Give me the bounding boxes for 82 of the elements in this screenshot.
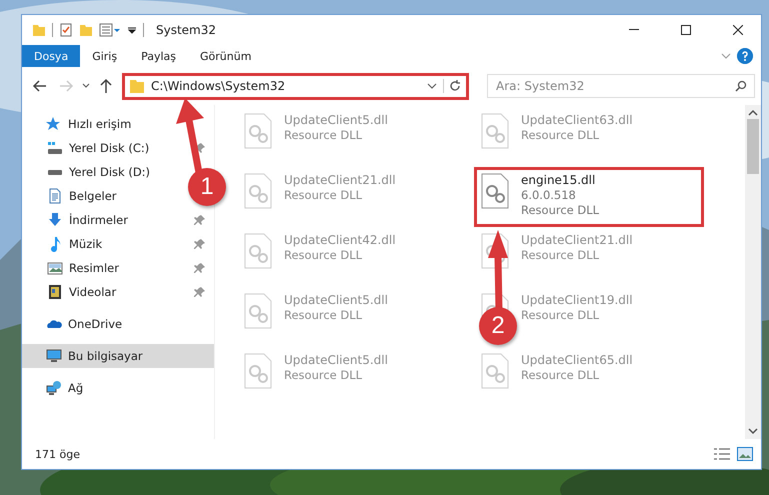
ribbon-tab[interactable]: Paylaş bbox=[129, 45, 188, 67]
file-name: engine15.dll bbox=[521, 173, 596, 187]
properties-icon[interactable] bbox=[59, 23, 73, 37]
pin-icon[interactable] bbox=[194, 262, 206, 274]
sidebar-item[interactable]: Videolar bbox=[22, 280, 214, 304]
scroll-up-icon[interactable] bbox=[748, 109, 758, 117]
nav-icon bbox=[47, 260, 63, 276]
sidebar-item[interactable]: Yerel Disk (C:) bbox=[22, 136, 214, 160]
file-detail: Resource DLL bbox=[521, 128, 600, 142]
file-gear-icon bbox=[243, 113, 273, 149]
ribbon-tab[interactable]: Dosya bbox=[22, 45, 80, 67]
customize-caret-icon[interactable] bbox=[127, 25, 137, 35]
dropdown-caret-icon[interactable] bbox=[427, 83, 437, 89]
ribbon-tab[interactable]: Giriş bbox=[80, 45, 130, 67]
file-detail: Resource DLL bbox=[284, 368, 364, 382]
window-title: System32 bbox=[156, 23, 218, 37]
nav-icon bbox=[46, 116, 62, 132]
scrollbar[interactable] bbox=[745, 105, 761, 439]
file-gear-icon bbox=[243, 353, 273, 389]
recent-caret-icon[interactable] bbox=[82, 83, 90, 89]
file-detail: Resource DLL bbox=[521, 248, 600, 262]
nav-icon bbox=[47, 212, 63, 228]
file-name: UpdateClient5.dll bbox=[284, 113, 388, 127]
nav-icon bbox=[46, 380, 62, 396]
sidebar-item[interactable]: Belgeler bbox=[22, 184, 123, 208]
nav-icon bbox=[47, 284, 63, 300]
file-name: UpdateClient21.dll bbox=[284, 173, 396, 187]
help-icon[interactable] bbox=[737, 48, 753, 64]
nav-icon bbox=[47, 188, 63, 204]
file-detail: Resource DLL bbox=[521, 368, 600, 382]
search-icon bbox=[735, 80, 747, 92]
sidebar-item[interactable]: Müzik bbox=[22, 232, 214, 256]
nav-icon bbox=[47, 168, 63, 176]
scroll-down-icon[interactable] bbox=[748, 427, 758, 435]
file-gear-icon bbox=[480, 353, 510, 389]
file-name: UpdateClient5.dll bbox=[284, 353, 388, 367]
file-gear-icon bbox=[243, 293, 273, 329]
file-name: UpdateClient19.dll bbox=[521, 293, 633, 307]
refresh-icon[interactable] bbox=[443, 79, 462, 93]
nav-icon bbox=[47, 140, 63, 156]
close-icon bbox=[733, 25, 743, 35]
file-item[interactable]: engine15.dll 6.0.0.518 Resource DLL bbox=[476, 169, 702, 225]
file-detail: Resource DLL bbox=[284, 248, 364, 262]
minimize-icon bbox=[629, 29, 639, 31]
search-field[interactable]: Ara: System32 bbox=[487, 74, 755, 98]
sidebar-item[interactable]: Hızlı erişim bbox=[22, 112, 138, 136]
details-view-icon[interactable] bbox=[713, 447, 731, 461]
file-detail: 6.0.0.518 bbox=[521, 188, 577, 202]
file-gear-icon bbox=[243, 233, 273, 269]
file-gear-icon bbox=[480, 113, 510, 149]
nav-icon bbox=[50, 236, 60, 252]
file-name: UpdateClient5.dll bbox=[284, 293, 388, 307]
address-field[interactable]: C:\Windows\System32 bbox=[122, 72, 469, 100]
pin-icon[interactable] bbox=[194, 286, 206, 298]
file-detail: Resource DLL bbox=[284, 188, 364, 202]
file-detail: Resource DLL bbox=[284, 308, 364, 322]
large-icons-view-icon[interactable] bbox=[737, 447, 753, 461]
expand-ribbon-icon[interactable] bbox=[721, 53, 731, 59]
file-name: UpdateClient21.dll bbox=[521, 233, 633, 247]
file-detail: Resource DLL bbox=[284, 128, 364, 142]
item-count: 171 öge bbox=[35, 448, 81, 460]
file-detail: Resource DLL bbox=[521, 308, 600, 322]
ribbon-tab[interactable]: Görünüm bbox=[188, 45, 264, 67]
sidebar-item[interactable]: Yerel Disk (D:) bbox=[22, 160, 156, 184]
nav-icon bbox=[46, 348, 62, 364]
file-name: UpdateClient65.dll bbox=[521, 353, 633, 367]
file-name: UpdateClient42.dll bbox=[284, 233, 396, 247]
file-gear-icon bbox=[480, 173, 510, 209]
sidebar-item[interactable]: Ağ bbox=[22, 376, 90, 400]
pin-icon[interactable] bbox=[194, 214, 206, 226]
sidebar-item[interactable]: OneDrive bbox=[22, 312, 128, 336]
sidebar-item[interactable]: Resimler bbox=[22, 256, 214, 280]
file-detail: Resource DLL bbox=[521, 203, 600, 217]
maximize-icon bbox=[681, 25, 691, 35]
file-name: UpdateClient63.dll bbox=[521, 113, 633, 127]
file-gear-icon bbox=[243, 173, 273, 209]
sidebar-item[interactable]: Bu bilgisayar bbox=[22, 344, 214, 368]
pin-icon[interactable] bbox=[194, 238, 206, 250]
folder-icon bbox=[129, 78, 145, 94]
sidebar-item[interactable]: İndirmeler bbox=[22, 208, 214, 232]
scroll-thumb[interactable] bbox=[747, 119, 759, 174]
view-options-icon[interactable] bbox=[99, 23, 121, 37]
